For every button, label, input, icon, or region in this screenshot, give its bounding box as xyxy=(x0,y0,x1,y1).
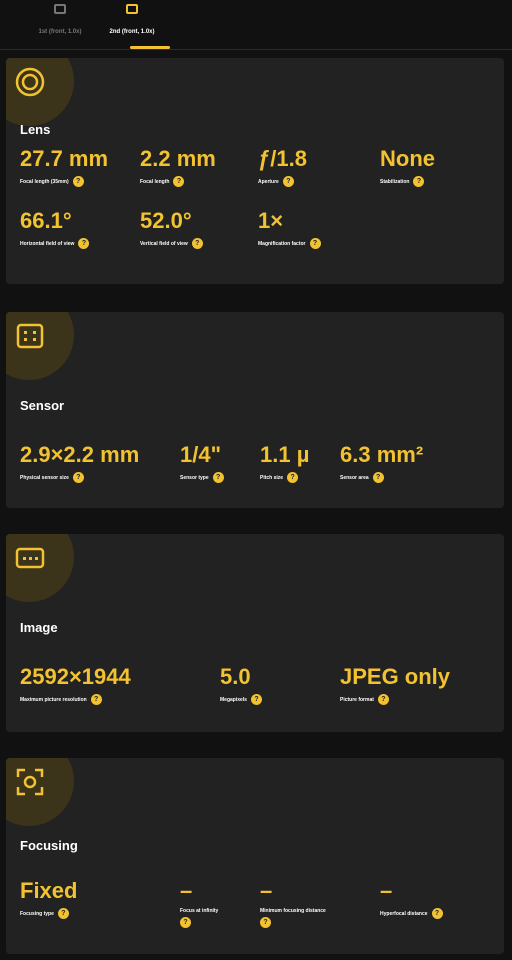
spec-label: Vertical field of view xyxy=(140,240,188,247)
spec-sensor-type: 1/4" Sensor type? xyxy=(180,444,224,483)
spec-focusing-type: Fixed Focusing type? xyxy=(20,880,77,919)
spec-value: 52.0° xyxy=(140,208,192,233)
spec-label: Focal length xyxy=(140,178,170,185)
spec-focal-length-35mm: 27.7 mm Focal length (35mm)? xyxy=(20,148,108,187)
help-icon[interactable]: ? xyxy=(431,908,443,919)
help-icon[interactable]: ? xyxy=(282,176,294,187)
help-icon[interactable]: ? xyxy=(78,238,90,249)
spec-value: ƒ/1.8 xyxy=(258,146,307,171)
spec-value: 66.1° xyxy=(20,208,72,233)
spec-value: – xyxy=(260,878,273,903)
help-icon[interactable]: ? xyxy=(377,694,389,705)
spec-horizontal-fov: 66.1° Horizontal field of view? xyxy=(20,208,90,249)
spec-label: Focus at infinity xyxy=(180,908,219,914)
spec-value: None xyxy=(380,146,435,171)
help-icon[interactable]: ? xyxy=(72,472,84,483)
spec-min-focusing-distance: – Minimum focusing distance? xyxy=(260,880,326,928)
spec-label: Magnification factor xyxy=(258,240,306,247)
section-title: Focusing xyxy=(20,838,78,853)
help-icon[interactable]: ? xyxy=(173,176,185,187)
spec-label: Pitch size xyxy=(260,474,284,481)
spec-stabilization: None Stabilization? xyxy=(380,148,435,187)
active-tab-indicator xyxy=(130,46,170,49)
spec-label: Horizontal field of view xyxy=(20,240,75,247)
camera-icon xyxy=(126,4,138,14)
help-icon[interactable]: ? xyxy=(191,238,203,249)
spec-label: Sensor area xyxy=(340,474,369,481)
help-icon[interactable]: ? xyxy=(90,694,102,705)
spec-label: Stabilization xyxy=(380,178,410,185)
spec-focal-length: 2.2 mm Focal length? xyxy=(140,148,216,187)
spec-value: 27.7 mm xyxy=(20,146,109,171)
help-icon[interactable]: ? xyxy=(309,238,321,249)
section-title: Image xyxy=(20,620,58,635)
help-icon[interactable]: ? xyxy=(57,908,69,919)
section-title: Lens xyxy=(20,122,51,137)
spec-value: – xyxy=(180,878,193,903)
spec-picture-format: JPEG only Picture format? xyxy=(340,666,450,705)
spec-label: Maximum picture resolution xyxy=(20,696,87,703)
help-icon[interactable]: ? xyxy=(372,472,384,483)
spec-magnification: 1× Magnification factor? xyxy=(258,210,321,249)
spec-label: Aperture xyxy=(258,178,279,185)
spec-label: Picture format xyxy=(340,696,374,703)
section-title: Sensor xyxy=(20,398,65,413)
spec-value: 1/4" xyxy=(180,442,222,467)
help-icon[interactable]: ? xyxy=(212,472,224,483)
image-card: Image 2592×1944 Maximum picture resoluti… xyxy=(6,534,504,732)
spec-vertical-fov: 52.0° Vertical field of view? xyxy=(140,210,203,249)
spec-value: 1.1 µ xyxy=(260,442,310,467)
spec-physical-sensor-size: 2.9×2.2 mm Physical sensor size? xyxy=(20,444,139,483)
spec-label: Sensor type xyxy=(180,474,209,481)
help-icon[interactable]: ? xyxy=(287,472,299,483)
camera-icon xyxy=(54,4,66,14)
help-icon[interactable]: ? xyxy=(72,176,84,187)
lens-circle-icon xyxy=(15,67,45,97)
tab-camera-1[interactable]: 1st (front, 1.0x) xyxy=(20,4,100,38)
spec-value: – xyxy=(380,878,393,903)
tab-label: 2nd (front, 1.0x) xyxy=(109,29,155,35)
spec-label: Minimum focusing distance xyxy=(260,908,326,914)
focusing-card: Focusing Fixed Focusing type? – Focus at… xyxy=(6,758,504,954)
spec-value: JPEG only xyxy=(340,664,451,689)
spec-label: Megapixels xyxy=(220,696,247,703)
spec-value: 5.0 xyxy=(220,664,251,689)
sensor-chip-icon xyxy=(16,323,44,349)
lens-card: Lens 27.7 mm Focal length (35mm)? 2.2 mm… xyxy=(6,58,504,284)
help-icon[interactable]: ? xyxy=(260,917,271,928)
spec-label: Focusing type xyxy=(20,910,54,917)
camera-tabs: 1st (front, 1.0x) 2nd (front, 1.0x) xyxy=(0,0,512,50)
tab-label: 1st (front, 1.0x) xyxy=(38,29,82,35)
spec-value: 2.9×2.2 mm xyxy=(20,442,140,467)
help-icon[interactable]: ? xyxy=(413,176,425,187)
spec-value: 6.3 mm² xyxy=(340,442,424,467)
spec-max-resolution: 2592×1944 Maximum picture resolution? xyxy=(20,666,131,705)
spec-value: 1× xyxy=(258,208,284,233)
spec-aperture: ƒ/1.8 Aperture? xyxy=(258,148,307,187)
tab-camera-2[interactable]: 2nd (front, 1.0x) xyxy=(92,4,172,38)
spec-value: Fixed xyxy=(20,878,78,903)
spec-value: 2592×1944 xyxy=(20,664,131,689)
sensor-card: Sensor 2.9×2.2 mm Physical sensor size? … xyxy=(6,312,504,508)
help-icon[interactable]: ? xyxy=(180,917,191,928)
spec-label: Focal length (35mm) xyxy=(20,178,69,185)
spec-value: 2.2 mm xyxy=(140,146,216,171)
spec-label: Hyperfocal distance xyxy=(380,910,428,917)
spec-pitch-size: 1.1 µ Pitch size? xyxy=(260,444,309,483)
spec-label: Physical sensor size xyxy=(20,474,69,481)
focus-bracket-icon xyxy=(16,768,44,796)
spec-focus-at-infinity: – Focus at infinity? xyxy=(180,880,218,928)
image-frame-icon xyxy=(15,547,45,569)
spec-sensor-area: 6.3 mm² Sensor area? xyxy=(340,444,423,483)
help-icon[interactable]: ? xyxy=(250,694,262,705)
spec-hyperfocal-distance: – Hyperfocal distance? xyxy=(380,880,443,919)
spec-megapixels: 5.0 Megapixels? xyxy=(220,666,262,705)
